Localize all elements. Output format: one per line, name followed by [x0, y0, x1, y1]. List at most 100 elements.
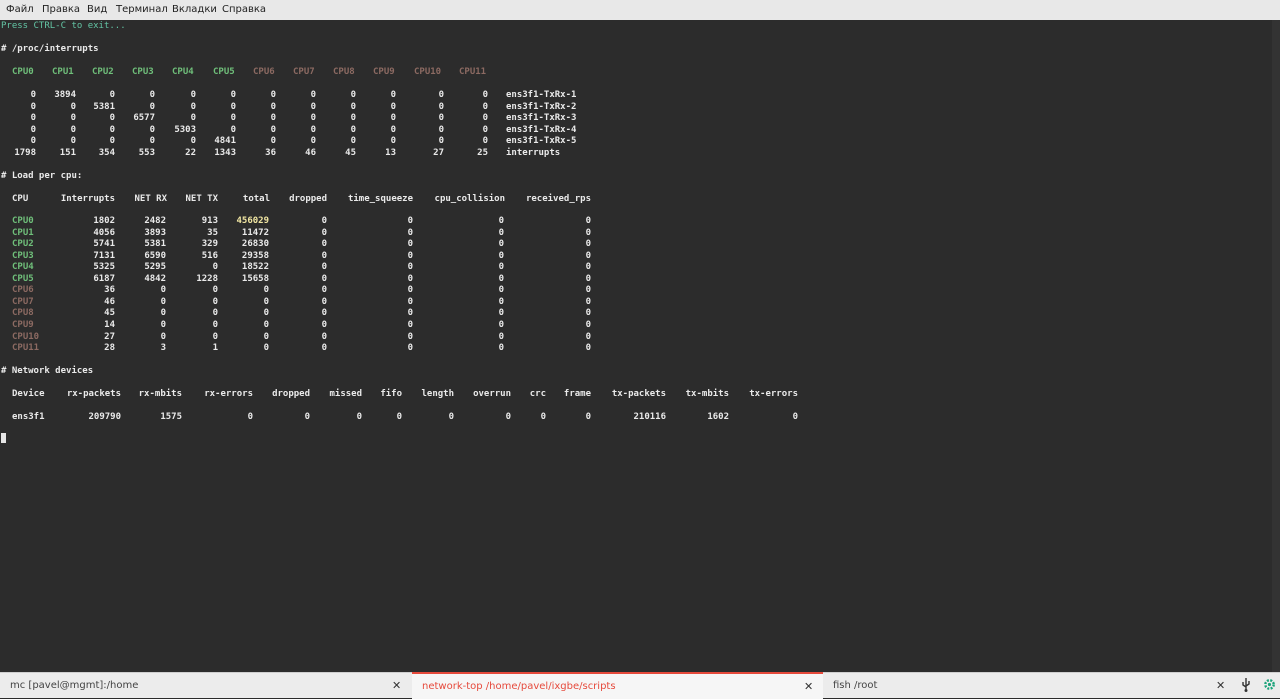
interrupt-count: 0: [30, 136, 36, 147]
interrupt-count: 0: [70, 136, 76, 147]
column-header: missed: [329, 389, 362, 399]
load-value: 0: [212, 296, 218, 307]
load-value: 0: [498, 216, 504, 226]
interrupt-count: 0: [270, 113, 276, 124]
cpu-label: CPU0: [12, 216, 34, 226]
load-value: 0: [407, 227, 413, 238]
tab-fish[interactable]: fish /root ✕: [823, 673, 1233, 698]
interrupt-count: 0: [310, 101, 316, 112]
interrupt-count: 13: [385, 148, 396, 158]
interrupt-count: 0: [190, 90, 196, 100]
interrupt-count: 0: [230, 90, 236, 100]
interrupt-count: 0: [190, 101, 196, 112]
interrupt-count: 36: [265, 148, 276, 158]
interrupt-count: 0: [70, 113, 76, 124]
close-icon[interactable]: ✕: [392, 679, 401, 692]
interrupt-count: 27: [433, 148, 444, 158]
column-header: frame: [563, 389, 591, 399]
column-header: tx-errors: [749, 389, 798, 399]
load-value: 5741: [93, 239, 115, 250]
menu-terminal[interactable]: Терминал: [116, 4, 168, 15]
terminal-cursor: [1, 433, 6, 443]
tab-mc[interactable]: mc [pavel@mgmt]:/home ✕: [0, 673, 410, 698]
usb-icon[interactable]: [1241, 678, 1251, 695]
load-value: 0: [585, 216, 591, 226]
terminal-output[interactable]: Press CTRL-C to exit... # /proc/interrupt…: [0, 20, 1272, 672]
load-value: 0: [585, 331, 591, 342]
device-value: 1602: [707, 412, 729, 422]
column-header: total: [242, 194, 270, 204]
interrupt-count: 0: [270, 90, 276, 100]
cpu-label: CPU9: [12, 319, 34, 330]
load-value: 0: [212, 285, 218, 296]
interrupt-count: 22: [185, 148, 196, 158]
load-value: 0: [498, 285, 504, 296]
menu-tabs[interactable]: Вкладки: [172, 4, 217, 15]
interrupt-count: 0: [230, 113, 236, 124]
menu-view[interactable]: Вид: [87, 4, 107, 15]
interrupt-count: 0: [149, 90, 155, 100]
column-header: Device: [12, 389, 45, 399]
load-value: 14: [104, 319, 115, 330]
interrupt-count: 0: [230, 101, 236, 112]
interrupt-count: 0: [70, 101, 76, 112]
load-value: 4842: [144, 273, 166, 284]
interrupt-name: ens3f1-TxRx-4: [506, 124, 577, 135]
column-header: NET TX: [185, 194, 218, 204]
load-value: 0: [321, 296, 327, 307]
load-value: 0: [263, 343, 269, 354]
interrupt-count: 0: [270, 136, 276, 147]
interrupt-count: 354: [98, 148, 115, 158]
load-value: 0: [498, 262, 504, 273]
interrupt-name: ens3f1-TxRx-3: [506, 113, 577, 124]
load-value: 0: [498, 239, 504, 250]
interrupt-count: 0: [310, 124, 316, 135]
tab-network-top[interactable]: network-top /home/pavel/ixgbe/scripts ✕: [412, 672, 823, 699]
load-value: 0: [407, 331, 413, 342]
settings-icon[interactable]: [1263, 678, 1276, 694]
cpu-label: CPU5: [12, 273, 34, 284]
close-icon[interactable]: ✕: [804, 680, 813, 693]
load-value: 7131: [93, 250, 115, 261]
interrupt-count: 0: [70, 124, 76, 135]
load-value: 0: [585, 296, 591, 307]
load-value: 6590: [144, 250, 166, 261]
load-value: 36: [104, 285, 115, 296]
menu-bar: Файл Правка Вид Терминал Вкладки Справка: [0, 0, 1280, 21]
load-value: 2482: [144, 216, 166, 226]
interrupt-count: 4841: [214, 136, 236, 147]
load-value: 0: [212, 308, 218, 319]
interrupt-count: 5381: [93, 101, 115, 112]
cpu-header: CPU9: [373, 67, 395, 77]
device-value: 0: [792, 412, 798, 422]
load-value: 0: [321, 308, 327, 319]
tab-label: network-top /home/pavel/ixgbe/scripts: [422, 681, 616, 692]
terminal-scrollbar[interactable]: [1272, 20, 1280, 672]
column-header: CPU: [12, 194, 29, 204]
load-value: 0: [498, 308, 504, 319]
load-value: 1228: [196, 273, 218, 284]
column-header: length: [421, 389, 454, 399]
interrupt-count: 0: [390, 113, 396, 124]
interrupt-count: 0: [30, 113, 36, 124]
interrupt-count: 0: [109, 90, 115, 100]
interrupt-count: 0: [390, 101, 396, 112]
column-header: rx-mbits: [138, 389, 182, 399]
cpu-header: CPU1: [52, 67, 74, 77]
interrupt-count: 0: [438, 101, 444, 112]
menu-help[interactable]: Справка: [222, 4, 266, 15]
menu-file[interactable]: Файл: [6, 4, 34, 15]
interrupt-count: 3894: [54, 90, 76, 100]
device-value: 0: [585, 412, 591, 422]
column-header: Interrupts: [60, 194, 115, 204]
interrupt-count: 0: [270, 124, 276, 135]
device-value: 210116: [633, 412, 666, 422]
load-value: 0: [585, 262, 591, 273]
close-icon[interactable]: ✕: [1216, 679, 1225, 692]
load-value: 0: [212, 331, 218, 342]
menu-edit[interactable]: Правка: [42, 4, 80, 15]
tab-label: fish /root: [833, 680, 878, 691]
interrupt-count: 553: [138, 148, 155, 158]
column-header: NET RX: [134, 194, 167, 204]
device-value: 209790: [88, 412, 121, 422]
